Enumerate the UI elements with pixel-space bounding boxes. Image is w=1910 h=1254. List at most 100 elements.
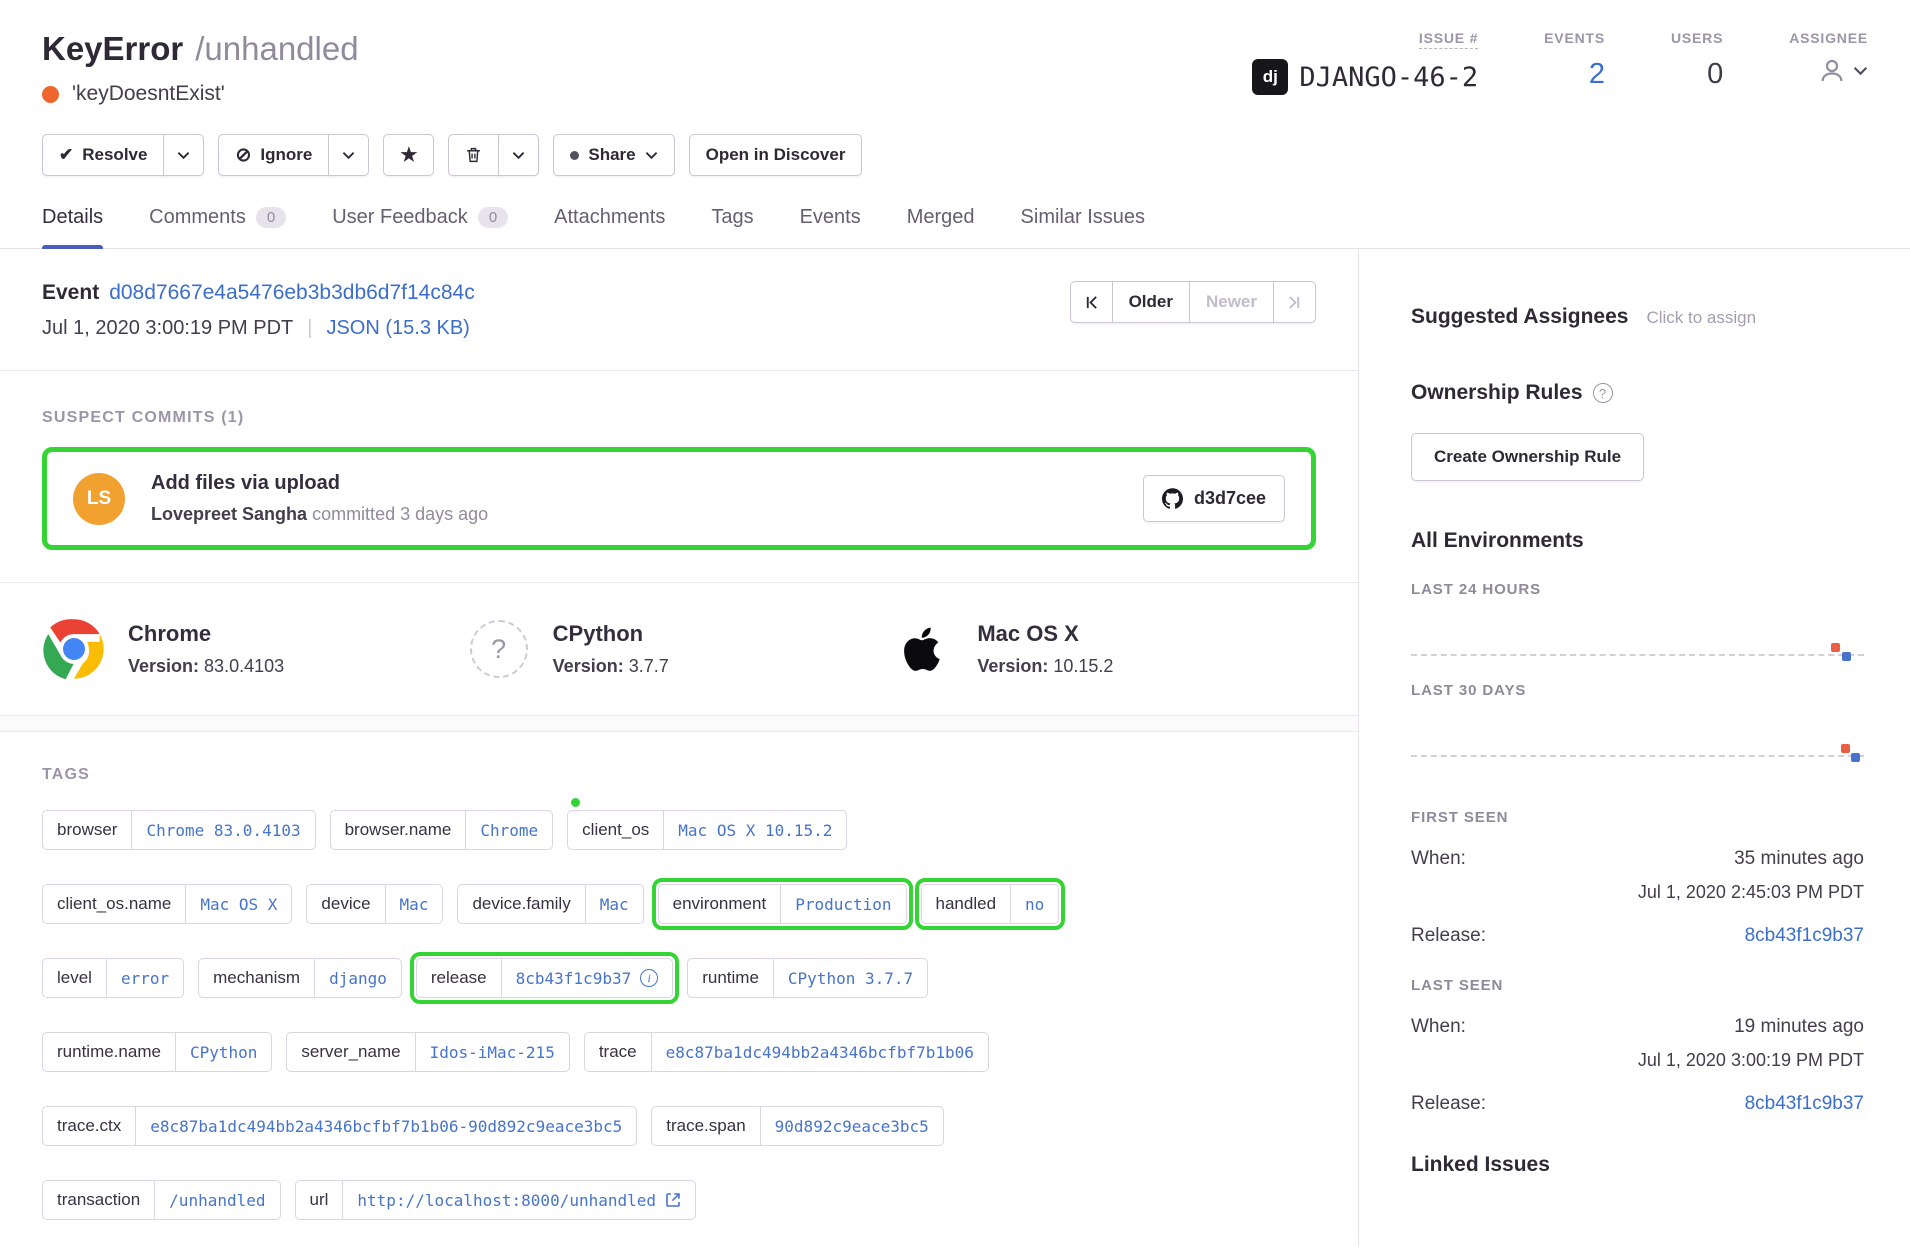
tag-value[interactable]: Mac OS X 10.15.2 — [663, 811, 846, 849]
tag-pill[interactable]: runtime.name CPython — [42, 1032, 272, 1072]
tag-pill[interactable]: server_name Idos-iMac-215 — [286, 1032, 569, 1072]
tab[interactable]: Events — [800, 206, 861, 248]
delete-dropdown-button[interactable] — [498, 134, 539, 176]
tab[interactable]: User Feedback 0 — [332, 206, 508, 248]
event-label: Event — [42, 281, 99, 304]
info-icon[interactable]: i — [640, 969, 658, 987]
resolve-dropdown-button[interactable] — [163, 134, 204, 176]
assignee-selector[interactable] — [1817, 56, 1868, 86]
tag-value[interactable]: /unhandled — [154, 1181, 279, 1219]
version-value: 83.0.4103 — [204, 656, 284, 676]
tag-key: handled — [922, 885, 1011, 923]
help-icon[interactable]: ? — [1593, 383, 1613, 403]
events-count[interactable]: 2 — [1589, 60, 1605, 89]
tag-pill[interactable]: device.family Mac — [457, 884, 643, 924]
tab[interactable]: Comments 0 — [149, 206, 286, 248]
ignore-dropdown-button[interactable] — [328, 134, 369, 176]
tab[interactable]: Tags — [711, 206, 753, 248]
event-header-left: Eventd08d7667e4a5476eb3b3db6d7f14c84c Ju… — [42, 281, 475, 340]
suspect-commits-heading: SUSPECT COMMITS (1) — [42, 409, 1316, 427]
ignore-button[interactable]: ⊘ Ignore — [218, 134, 329, 176]
resolve-button[interactable]: ✔ Resolve — [42, 134, 164, 176]
tab-label: Similar Issues — [1021, 206, 1145, 229]
django-project-icon: dj — [1252, 59, 1288, 95]
circle-slash-icon: ⊘ — [235, 146, 251, 165]
open-in-discover-button[interactable]: Open in Discover — [689, 134, 863, 176]
external-link-icon[interactable] — [665, 1192, 681, 1208]
newest-event-button — [1273, 281, 1316, 323]
tag-key: level — [43, 959, 106, 997]
tag-value[interactable]: no — [1010, 885, 1058, 923]
oldest-event-button[interactable] — [1070, 281, 1113, 323]
tags-section: TAGS browser Chrome 83.0.4103 browser.na… — [0, 732, 1358, 1240]
older-event-button[interactable]: Older — [1112, 281, 1190, 323]
issue-short-id[interactable]: dj DJANGO-46-2 — [1252, 59, 1478, 95]
tag-value[interactable]: http://localhost:8000/unhandled — [342, 1181, 695, 1219]
stat-users: USERS 0 — [1671, 30, 1723, 89]
older-label: Older — [1129, 292, 1173, 312]
chevron-down-icon — [1853, 66, 1868, 76]
first-seen-release-link[interactable]: 8cb43f1c9b37 — [1745, 925, 1864, 947]
chevron-down-icon — [512, 151, 525, 160]
tab[interactable]: Details — [42, 206, 103, 248]
issue-stats: ISSUE # dj DJANGO-46-2 EVENTS 2 USERS 0 … — [1252, 30, 1868, 95]
suspect-commit-card: LS Add files via upload Lovepreet Sangha… — [42, 447, 1316, 550]
tag-value[interactable]: django — [314, 959, 401, 997]
tab[interactable]: Similar Issues — [1021, 206, 1145, 248]
chevron-down-icon — [645, 151, 658, 160]
check-icon: ✔ — [59, 145, 73, 165]
tag-value[interactable]: Production — [780, 885, 905, 923]
tag-value-text: CPython 3.7.7 — [788, 969, 913, 988]
tag-value[interactable]: Mac — [385, 885, 443, 923]
event-id-link[interactable]: d08d7667e4a5476eb3b3db6d7f14c84c — [109, 281, 475, 304]
star-icon: ★ — [400, 146, 417, 165]
tag-key: trace.ctx — [43, 1107, 135, 1145]
tag-pill[interactable]: device Mac — [306, 884, 443, 924]
tag-value[interactable]: Idos-iMac-215 — [415, 1033, 569, 1071]
tag-value[interactable]: Mac — [585, 885, 643, 923]
tab-label: Events — [800, 206, 861, 229]
tag-pill[interactable]: mechanism django — [198, 958, 402, 998]
tag-value[interactable]: e8c87ba1dc494bb2a4346bcfbf7b1b06 — [651, 1033, 988, 1071]
share-button[interactable]: Share — [553, 134, 674, 176]
json-download-link[interactable]: JSON (15.3 KB) — [326, 317, 469, 340]
tag-pill[interactable]: client_os.name Mac OS X — [42, 884, 292, 924]
tab[interactable]: Attachments — [554, 206, 665, 248]
tag-value[interactable]: e8c87ba1dc494bb2a4346bcfbf7b1b06-90d892c… — [135, 1107, 636, 1145]
tab-label: Attachments — [554, 206, 665, 229]
tag-value[interactable]: Chrome 83.0.4103 — [131, 811, 314, 849]
context-browser-text: Chrome Version: 83.0.4103 — [128, 621, 284, 677]
tag-pill[interactable]: release 8cb43f1c9b37 i — [416, 958, 673, 998]
skip-to-last-icon — [1287, 295, 1302, 310]
tag-pill[interactable]: handled no — [921, 884, 1060, 924]
tag-value[interactable]: 90d892c9eace3bc5 — [760, 1107, 943, 1145]
create-ownership-rule-button[interactable]: Create Ownership Rule — [1411, 433, 1644, 481]
tag-value[interactable]: error — [106, 959, 183, 997]
tag-pill[interactable]: client_os Mac OS X 10.15.2 — [567, 810, 847, 850]
tag-pill[interactable]: browser.name Chrome — [330, 810, 554, 850]
tag-pill[interactable]: url http://localhost:8000/unhandled — [295, 1180, 697, 1220]
tag-value[interactable]: 8cb43f1c9b37 i — [501, 959, 673, 997]
tab[interactable]: Merged — [907, 206, 975, 248]
tag-pill[interactable]: level error — [42, 958, 184, 998]
tag-pill[interactable]: trace e8c87ba1dc494bb2a4346bcfbf7b1b06 — [584, 1032, 989, 1072]
bookmark-star-button[interactable]: ★ — [383, 134, 434, 176]
tag-value[interactable]: CPython — [175, 1033, 271, 1071]
tag-value[interactable]: Chrome — [465, 811, 552, 849]
tag-value[interactable]: Mac OS X — [185, 885, 291, 923]
tag-pill[interactable]: runtime CPython 3.7.7 — [687, 958, 928, 998]
tag-pill[interactable]: browser Chrome 83.0.4103 — [42, 810, 316, 850]
tag-pill[interactable]: trace.span 90d892c9eace3bc5 — [651, 1106, 944, 1146]
commit-title: Add files via upload — [151, 472, 1117, 495]
tag-value[interactable]: CPython 3.7.7 — [773, 959, 927, 997]
delete-button[interactable] — [448, 134, 499, 176]
first-seen-relative: 35 minutes ago — [1734, 848, 1864, 870]
users-count[interactable]: 0 — [1707, 60, 1723, 89]
tag-pill[interactable]: transaction /unhandled — [42, 1180, 281, 1220]
tag-pill[interactable]: environment Production — [658, 884, 907, 924]
event-details-panel: Eventd08d7667e4a5476eb3b3db6d7f14c84c Ju… — [0, 249, 1358, 1246]
commit-sha-button[interactable]: d3d7cee — [1143, 475, 1285, 522]
tag-pill[interactable]: trace.ctx e8c87ba1dc494bb2a4346bcfbf7b1b… — [42, 1106, 637, 1146]
avatar: LS — [73, 473, 125, 525]
last-seen-release-link[interactable]: 8cb43f1c9b37 — [1745, 1093, 1864, 1115]
